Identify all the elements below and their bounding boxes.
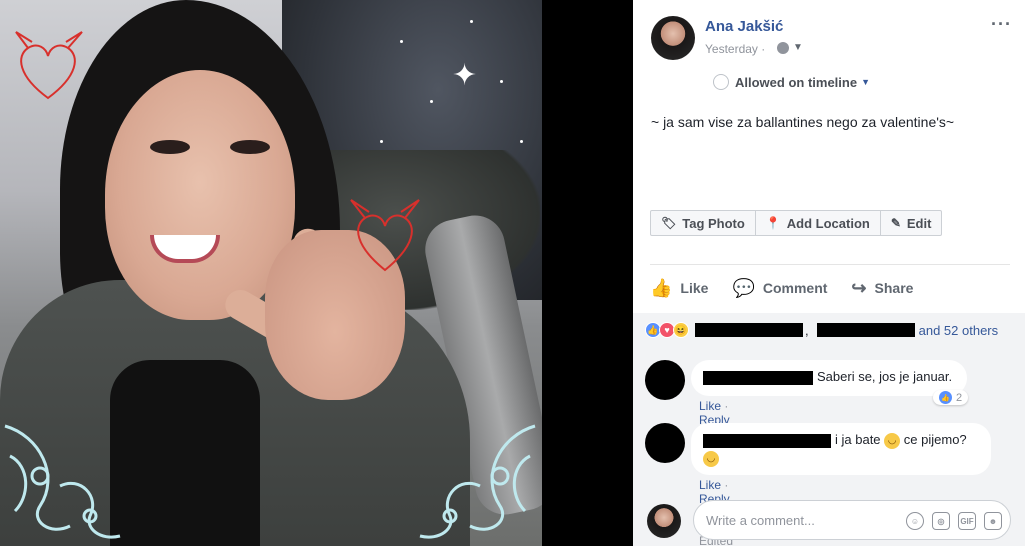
comment-reaction-count[interactable]: 👍 2	[933, 390, 969, 405]
sparkle-dot	[380, 140, 383, 143]
share-arrow-icon: ↪	[851, 277, 867, 298]
pencil-icon: ✎	[890, 216, 901, 230]
sparkle-dot	[470, 20, 473, 23]
add-location-button[interactable]: 📍 Add Location	[756, 211, 881, 235]
comment-bubble: i ja bate ◡ ce pijemo? ◡	[691, 423, 991, 475]
photo-eye-right	[230, 140, 270, 154]
divider	[650, 264, 1010, 265]
comment-label: Comment	[762, 280, 828, 296]
emoji-icon[interactable]: ☺	[906, 512, 924, 530]
comments-section: 👍 ♥ 😆 , and 52 others Saberi se, jos je …	[633, 313, 1025, 546]
viewer-avatar	[647, 504, 681, 538]
timeline-radio-icon[interactable]	[713, 74, 729, 90]
author-name[interactable]: Ana Jakšić	[705, 18, 783, 35]
thumbs-up-icon: 👍	[650, 277, 673, 298]
photo-shirt	[110, 360, 260, 546]
smile-emoji-icon: ◡	[884, 432, 901, 449]
comment-text: Saberi se, jos je januar.	[817, 369, 953, 384]
photo-viewer: ✦ Ana Jakšić Yesterday · ▼ ··· Allowed o…	[0, 0, 1025, 546]
globe-icon[interactable]	[777, 42, 789, 54]
post-photo[interactable]: ✦	[0, 0, 542, 546]
author-avatar[interactable]	[651, 16, 695, 60]
comment-bubble-icon: 💬	[732, 277, 755, 298]
like-reaction-icon: 👍	[939, 391, 952, 404]
share-button[interactable]: ↪ Share	[851, 278, 913, 299]
comment-button[interactable]: 💬 Comment	[732, 278, 827, 299]
devil-heart-icon	[15, 31, 83, 100]
comment-text: ce pijemo?	[903, 432, 967, 447]
sparkle-dot	[400, 40, 403, 43]
timeline-caret-icon[interactable]: ▼	[861, 77, 870, 87]
post-panel: Ana Jakšić Yesterday · ▼ ··· Allowed on …	[633, 0, 1025, 546]
location-pin-icon: 📍	[765, 216, 781, 230]
edit-button[interactable]: ✎ Edit	[881, 211, 942, 235]
photo-eye-left	[150, 140, 190, 154]
tag-photo-label: Tag Photo	[682, 215, 745, 231]
comment-like-link[interactable]: Like	[699, 399, 721, 413]
composer-icons: ☺ ◎ GIF ☻	[906, 512, 1002, 530]
sparkle-star-icon: ✦	[452, 59, 478, 92]
timeline-status-label: Allowed on timeline	[735, 74, 858, 90]
camera-icon[interactable]: ◎	[932, 512, 950, 530]
sparkle-dot	[500, 80, 503, 83]
reactions-summary[interactable]: 👍 ♥ 😆 , and 52 others	[645, 321, 998, 339]
comment-text: i ja bate	[835, 432, 881, 447]
comment-like-link[interactable]: Like	[699, 478, 721, 492]
like-label: Like	[680, 280, 709, 296]
tag-icon: 🏷	[661, 216, 677, 230]
audience-caret-icon[interactable]: ▼	[793, 42, 803, 53]
gif-icon[interactable]: GIF	[958, 512, 976, 530]
post-action-bar: 👍 Like 💬 Comment ↪ Share	[650, 274, 913, 302]
devil-heart-icon	[350, 199, 420, 272]
haha-reaction-icon: 😆	[673, 322, 689, 338]
sparkle-dot	[430, 100, 433, 103]
reactions-others-link[interactable]: and 52 others	[919, 323, 999, 338]
smile-emoji-icon: ◡	[703, 450, 719, 467]
comment-input[interactable]: Write a comment... ☺ ◎ GIF ☻	[693, 500, 1011, 540]
photo-actions: 🏷 Tag Photo 📍 Add Location ✎ Edit	[650, 210, 943, 236]
comment-input-placeholder: Write a comment...	[706, 513, 815, 528]
more-options-icon[interactable]: ···	[991, 14, 1012, 35]
redacted-commenter-name[interactable]	[703, 433, 831, 448]
post-timestamp[interactable]: Yesterday ·	[705, 42, 765, 56]
tag-photo-button[interactable]: 🏷 Tag Photo	[651, 211, 756, 235]
sticker-icon[interactable]: ☻	[984, 512, 1002, 530]
like-button[interactable]: 👍 Like	[650, 278, 708, 299]
timeline-status[interactable]: Allowed on timeline ▼	[713, 72, 870, 92]
ornament-swirl-icon	[4, 424, 121, 539]
redacted-name	[695, 323, 803, 337]
comment-bubble: Saberi se, jos je januar.	[691, 360, 967, 396]
post-text: ~ ja sam vise za ballantines nego za val…	[651, 114, 955, 130]
ornament-swirl-icon	[419, 424, 536, 539]
sparkle-dot	[520, 140, 523, 143]
photo-pane: ✦	[0, 0, 633, 546]
add-location-label: Add Location	[786, 215, 870, 231]
comment-reaction-number: 2	[956, 391, 963, 404]
commenter-avatar[interactable]	[645, 360, 685, 400]
commenter-avatar[interactable]	[645, 423, 685, 463]
share-label: Share	[874, 280, 914, 296]
edit-label: Edit	[906, 215, 932, 231]
reactions-separator: ,	[805, 322, 809, 338]
redacted-commenter-name[interactable]	[703, 370, 813, 385]
comment-composer: Write a comment... ☺ ◎ GIF ☻	[647, 500, 1011, 540]
redacted-name	[816, 323, 915, 337]
